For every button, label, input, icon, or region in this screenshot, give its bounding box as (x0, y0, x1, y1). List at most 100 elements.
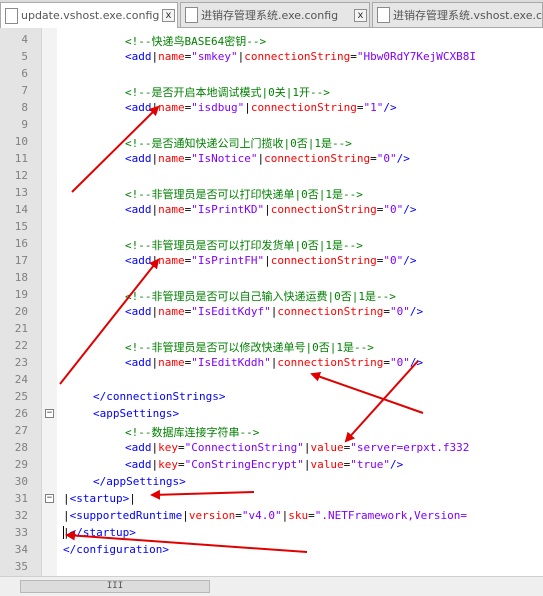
line-number: 28 (14, 441, 28, 454)
code-token-tag: /> (403, 254, 417, 267)
code-token-sep: = (383, 305, 390, 318)
line-number: 18 (14, 271, 28, 284)
code-line[interactable]: <add|name="IsEditKddh"|connectionString=… (125, 356, 423, 369)
code-line[interactable]: <!--非管理员是否可以修改快递单号|0否|1是--> (125, 339, 374, 355)
tab-app-vshost-config[interactable]: 进销存管理系统.vshost.exe.config (372, 2, 543, 27)
code-token-sep: = (308, 509, 315, 522)
scrollbar-thumb[interactable]: III (20, 580, 210, 593)
code-token-val: "1" (363, 101, 384, 114)
code-line[interactable]: <add|key="ConnectionString"|value="serve… (125, 441, 469, 454)
line-number: 34 (14, 543, 28, 556)
code-token-attr: connectionString (270, 254, 377, 267)
code-token-tag: <supportedRuntime (69, 509, 183, 522)
code-line[interactable]: </appSettings> (93, 475, 186, 488)
line-number: 24 (14, 373, 28, 386)
code-line[interactable]: </connectionStrings> (93, 390, 225, 403)
code-token-sep: | (63, 492, 70, 505)
code-line[interactable]: <!--数据库连接字符串--> (125, 424, 259, 440)
code-token-sep: = (370, 152, 377, 165)
code-line[interactable]: <add|name="IsNotice"|connectionString="0… (125, 152, 410, 165)
arrow-to-iseditkddh (310, 371, 424, 414)
line-number: 29 (14, 458, 28, 471)
line-number: 6 (21, 67, 28, 80)
code-token-val: "IsPrintFH" (191, 254, 265, 267)
code-token-attr: name (158, 50, 185, 63)
tab-label: update.vshost.exe.config (21, 9, 160, 22)
code-token-sep: = (178, 458, 185, 471)
code-line[interactable]: <add|name="IsPrintFH"|connectionString="… (125, 254, 416, 267)
line-number: 5 (21, 50, 28, 63)
code-line[interactable]: <!--快递鸟BASE64密钥--> (125, 33, 266, 49)
document-icon (185, 7, 198, 23)
tab-app-config[interactable]: 进销存管理系统.exe.config x (180, 2, 370, 27)
tab-update-vshost-config[interactable]: update.vshost.exe.config x (0, 2, 178, 28)
code-token-attr: name (158, 101, 185, 114)
code-line[interactable]: |</startup> (63, 526, 136, 539)
code-token-attr: name (158, 254, 185, 267)
code-line[interactable]: <add|name="isdbug"|connectionString="1"/… (125, 101, 397, 114)
document-icon (377, 7, 390, 23)
code-line[interactable]: </configuration> (63, 543, 169, 556)
code-line[interactable]: <appSettings> (93, 407, 179, 420)
line-number: 9 (21, 118, 28, 131)
code-token-attr: connectionString (244, 50, 351, 63)
line-number: 23 (14, 356, 28, 369)
code-token-tag: <appSettings> (93, 407, 180, 420)
code-token-comment: <!--是否开启本地调试模式|0关|1开--> (125, 86, 330, 99)
code-token-sep: | (63, 509, 70, 522)
code-token-val: "server=erpxt.f332 (350, 441, 470, 454)
close-icon[interactable]: x (162, 9, 175, 22)
code-line[interactable]: <!--非管理员是否可以打印快递单|0否|1是--> (125, 186, 363, 202)
code-token-attr: version (188, 509, 236, 522)
code-token-val: "IsPrintKD" (191, 203, 265, 216)
code-token-tag: <add (125, 356, 152, 369)
code-line[interactable]: |<startup>| (63, 492, 136, 505)
line-number: 11 (14, 152, 28, 165)
code-token-tag: </configuration> (63, 543, 169, 556)
line-number: 21 (14, 322, 28, 335)
code-line[interactable]: <add|key="ConStringEncrypt"|value="true"… (125, 458, 403, 471)
fold-toggle-icon[interactable]: − (45, 494, 54, 503)
code-token-val: "0" (383, 203, 404, 216)
line-number: 4 (21, 33, 28, 46)
code-token-tag: <add (125, 441, 152, 454)
line-number: 14 (14, 203, 28, 216)
code-line[interactable]: <!--是否通知快递公司上门揽收|0否|1是--> (125, 135, 352, 151)
code-token-tag: /> (389, 458, 404, 471)
code-token-tag: </startup> (69, 526, 136, 539)
code-token-val: "IsNotice" (191, 152, 258, 165)
code-token-val: "isdbug" (191, 101, 245, 114)
code-token-attr: connectionString (277, 356, 384, 369)
code-line[interactable]: <!--是否开启本地调试模式|0关|1开--> (125, 84, 330, 100)
code-token-tag: /> (396, 152, 410, 165)
arrow-to-connectionstring (344, 360, 419, 443)
code-line[interactable]: <add|name="IsPrintKD"|connectionString="… (125, 203, 416, 216)
code-line[interactable]: |<supportedRuntime|version="v4.0"|sku=".… (63, 509, 467, 522)
code-token-attr: connectionString (250, 101, 357, 114)
code-token-val: "true" (350, 458, 390, 471)
code-token-sep: = (350, 50, 357, 63)
code-token-val: "smkey" (191, 50, 238, 63)
code-token-tag: <add (125, 305, 152, 318)
close-icon[interactable]: x (354, 8, 367, 22)
code-token-val: ".NETFramework,Version= (314, 509, 468, 522)
code-token-comment: <!--非管理员是否可以自己输入快递运费|0否|1是--> (125, 290, 396, 303)
code-token-comment: <!--非管理员是否可以修改快递单号|0否|1是--> (125, 341, 374, 354)
code-token-val: "0" (389, 356, 410, 369)
horizontal-scrollbar[interactable]: III (0, 576, 543, 596)
code-token-tag: <add (125, 50, 152, 63)
line-number: 26 (14, 407, 28, 420)
code-line[interactable]: <!--非管理员是否可以打印发货单|0否|1是--> (125, 237, 363, 253)
line-number: 10 (14, 135, 28, 148)
code-line[interactable]: <add|name="smkey"|connectionString="Hbw0… (125, 50, 476, 63)
code-token-val: "Hbw0RdY7KejWCXB8I (356, 50, 477, 63)
code-line[interactable]: <!--非管理员是否可以自己输入快递运费|0否|1是--> (125, 288, 396, 304)
code-token-attr: connectionString (264, 152, 371, 165)
code-line[interactable]: <add|name="IsEditKdyf"|connectionString=… (125, 305, 423, 318)
fold-toggle-icon[interactable]: − (45, 409, 54, 418)
code-token-tag: /> (403, 203, 417, 216)
text-cursor (63, 526, 64, 539)
code-token-attr: name (158, 356, 185, 369)
code-token-val: "ConStringEncrypt" (184, 458, 304, 471)
code-token-sep: | (129, 492, 136, 505)
